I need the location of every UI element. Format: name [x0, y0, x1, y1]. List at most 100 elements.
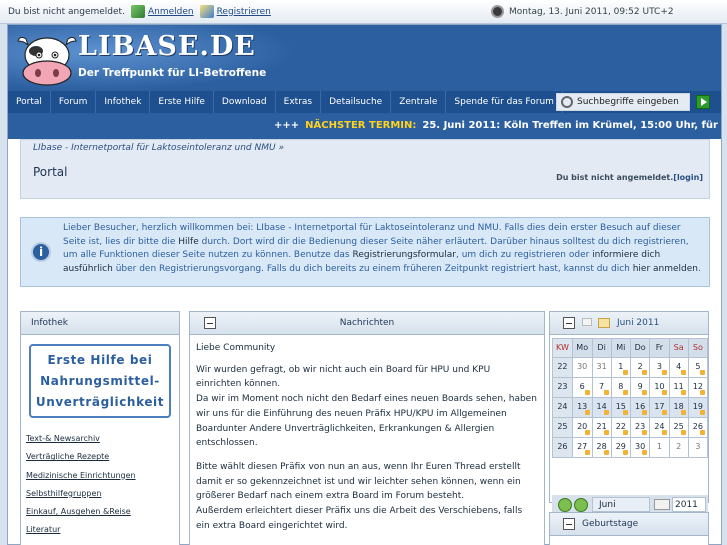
- calendar-grid: KW Mo Di Mi Do Fr Sa So 22 30 31 1 2 3 4: [552, 338, 709, 458]
- calendar-week-number[interactable]: 25: [552, 417, 573, 438]
- month-dropdown-icon[interactable]: [654, 499, 670, 510]
- calendar-day[interactable]: 3: [649, 357, 670, 378]
- calendar-header-day: Fr: [649, 338, 670, 358]
- infothek-link-literatur[interactable]: Literatur: [26, 521, 136, 539]
- registration-form-link[interactable]: Registrierungsformular: [352, 250, 455, 260]
- calendar-day[interactable]: 19: [687, 397, 709, 418]
- calendar-day[interactable]: 29: [610, 437, 631, 458]
- current-datetime: Montag, 13. Juni 2011, 09:52 UTC+2: [509, 7, 674, 17]
- calendar-day[interactable]: 3: [687, 437, 709, 458]
- calendar-week-number[interactable]: 24: [552, 397, 573, 418]
- nav-extras[interactable]: Extras: [276, 91, 322, 113]
- calendar-day[interactable]: 6: [571, 377, 593, 398]
- nav-forum[interactable]: Forum: [51, 91, 97, 113]
- infothek-link-einrichtungen[interactable]: Medizinische Einrichtungen: [26, 467, 136, 485]
- calendar-day[interactable]: 25: [668, 417, 689, 438]
- calendar-header: Juni 2011: [550, 312, 708, 335]
- register-icon[interactable]: [199, 5, 214, 18]
- calendar-day[interactable]: 2: [629, 357, 651, 378]
- site-header: LIBASE.DE Der Treffpunkt für LI-Betroffe…: [8, 25, 721, 91]
- help-link[interactable]: Hilfe: [178, 237, 198, 247]
- nav-erste-hilfe[interactable]: Erste Hilfe: [150, 91, 214, 113]
- erste-hilfe-button[interactable]: Erste Hilfe bei Nahrungsmittel-Unverträg…: [29, 344, 171, 418]
- birthday-panel: Geburtstage: [549, 512, 709, 545]
- infothek-link-selbsthilfe[interactable]: Selbsthilfegruppen: [26, 485, 136, 503]
- nav-infothek[interactable]: Infothek: [96, 91, 151, 113]
- calendar-day[interactable]: 30: [571, 357, 593, 378]
- calendar-day[interactable]: 4: [668, 357, 689, 378]
- calendar-week-number[interactable]: 26: [552, 437, 573, 458]
- main-navigation: Portal Forum Infothek Erste Hilfe Downlo…: [8, 91, 721, 113]
- calendar-day[interactable]: 18: [668, 397, 689, 418]
- year-input[interactable]: 2011: [672, 497, 706, 512]
- search-icon: [561, 96, 573, 108]
- nav-zentrale[interactable]: Zentrale: [391, 91, 447, 113]
- collapse-birthday-icon[interactable]: [563, 518, 575, 530]
- calendar-day[interactable]: 24: [649, 417, 670, 438]
- page-login-link[interactable]: [login]: [673, 173, 703, 182]
- calendar-day[interactable]: 17: [649, 397, 670, 418]
- infothek-link-archiv[interactable]: Text-& Newsarchiv: [26, 430, 136, 448]
- search-placeholder: Suchbegriffe eingeben: [577, 97, 679, 107]
- calendar-day[interactable]: 5: [687, 357, 709, 378]
- site-logo[interactable]: LIBASE.DE: [78, 31, 256, 62]
- calendar-panel: Juni 2011 KW Mo Di Mi Do Fr Sa So 22 30 …: [549, 311, 709, 529]
- prev-month-icon[interactable]: [582, 318, 592, 326]
- register-link[interactable]: Registrieren: [217, 7, 271, 17]
- calendar-header-day: Do: [629, 338, 651, 358]
- calendar-week-number[interactable]: 22: [552, 357, 573, 378]
- calendar-day[interactable]: 21: [591, 417, 612, 438]
- calendar-day[interactable]: 20: [571, 417, 593, 438]
- calendar-day[interactable]: 22: [610, 417, 631, 438]
- site-tagline: Der Treffpunkt für LI-Betroffene: [78, 67, 267, 79]
- calendar-day-today[interactable]: 13: [571, 397, 593, 418]
- calendar-day[interactable]: 27: [571, 437, 593, 458]
- ticker-text[interactable]: 25. Juni 2011: Köln Treffen im Krümel, 1…: [422, 120, 721, 131]
- collapse-news-icon[interactable]: [204, 317, 216, 329]
- calendar-day[interactable]: 23: [629, 417, 651, 438]
- nav-detailsuche[interactable]: Detailsuche: [321, 91, 392, 113]
- cow-logo-icon[interactable]: [16, 33, 78, 87]
- search-input[interactable]: Suchbegriffe eingeben: [556, 93, 690, 111]
- previous-month-arrow-icon[interactable]: [558, 498, 572, 512]
- login-here-link[interactable]: hier anmelden: [633, 264, 698, 274]
- next-month-arrow-icon[interactable]: [574, 498, 588, 512]
- calendar-day[interactable]: 31: [591, 357, 612, 378]
- calendar-day[interactable]: 28: [591, 437, 612, 458]
- calendar-day[interactable]: 15: [610, 397, 631, 418]
- calendar-week-number[interactable]: 23: [552, 377, 573, 398]
- news-greeting: Liebe Community: [196, 343, 276, 353]
- calendar-day[interactable]: 14: [591, 397, 612, 418]
- calendar-day[interactable]: 7: [591, 377, 612, 398]
- calendar-month-link[interactable]: Juni 2011: [617, 312, 659, 335]
- page-login-status: Du bist nicht angemeldet.[login]: [556, 173, 703, 182]
- nav-portal[interactable]: Portal: [8, 91, 51, 113]
- infothek-link-einkauf[interactable]: Einkauf, Ausgehen &Reise: [26, 503, 136, 521]
- ticker-prefix: +++: [274, 120, 300, 131]
- calendar-day[interactable]: 30: [629, 437, 651, 458]
- breadcrumb-link[interactable]: LIbase - Internetportal für Laktoseintol…: [33, 143, 276, 153]
- calendar-day[interactable]: 12: [687, 377, 709, 398]
- calendar-day[interactable]: 8: [610, 377, 631, 398]
- calendar-day[interactable]: 2: [668, 437, 689, 458]
- login-icon[interactable]: [130, 5, 145, 18]
- calendar-day[interactable]: 1: [649, 437, 670, 458]
- calendar-day[interactable]: 26: [687, 417, 709, 438]
- news-header: Nachrichten: [190, 312, 544, 335]
- infothek-link-rezepte[interactable]: Verträgliche Rezepte: [26, 448, 136, 466]
- andere-unvertraeglichkeiten-link[interactable]: Andere Unverträglichkeiten, Erkrankungen…: [250, 424, 495, 434]
- birthday-header: Geburtstage: [550, 513, 708, 536]
- collapse-calendar-icon[interactable]: [563, 317, 575, 329]
- login-link[interactable]: Anmelden: [148, 7, 194, 17]
- calendar-day[interactable]: 10: [649, 377, 670, 398]
- calendar-day[interactable]: 9: [629, 377, 651, 398]
- news-paragraph: Wir wurden gefragt, ob wir nicht auch ei…: [196, 364, 491, 390]
- calendar-day[interactable]: 11: [668, 377, 689, 398]
- month-select[interactable]: Juni: [592, 497, 650, 512]
- calendar-header-day: Di: [591, 338, 612, 358]
- nav-spende[interactable]: Spende für das Forum: [446, 91, 563, 113]
- nav-download[interactable]: Download: [214, 91, 276, 113]
- calendar-day[interactable]: 1: [610, 357, 631, 378]
- search-submit-button[interactable]: [696, 95, 710, 109]
- calendar-day[interactable]: 16: [629, 397, 651, 418]
